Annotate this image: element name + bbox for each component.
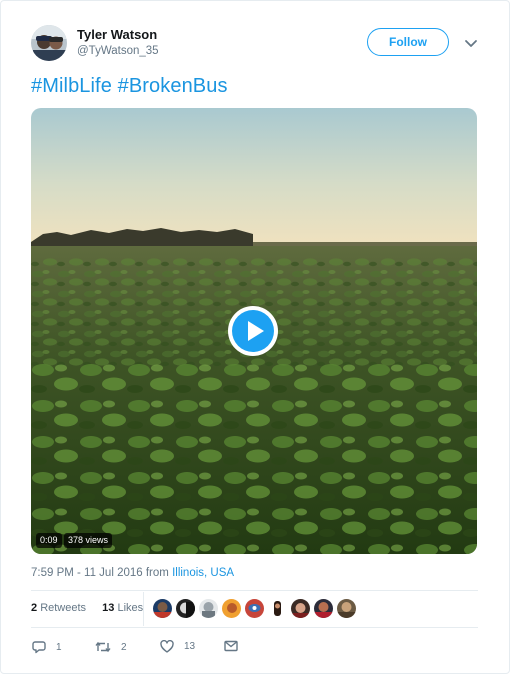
video-duration: 0:09: [36, 533, 62, 548]
retweets-count[interactable]: 2: [31, 602, 37, 614]
tweet-timestamp: 7:59 PM - 11 Jul 2016 from Illinois, USA: [31, 567, 234, 579]
liker-avatar[interactable]: [268, 599, 287, 618]
author-name[interactable]: Tyler Watson: [77, 27, 157, 42]
author-handle[interactable]: @TyWatson_35: [77, 45, 159, 57]
reply-button[interactable]: 1: [32, 640, 62, 654]
location-link[interactable]: Illinois, USA: [172, 567, 234, 579]
timestamp-text[interactable]: 7:59 PM - 11 Jul 2016 from: [31, 567, 169, 579]
like-count: 13: [184, 641, 196, 652]
direct-message-button[interactable]: [224, 640, 238, 652]
liker-avatar[interactable]: [222, 599, 241, 618]
retweet-button[interactable]: 2: [95, 640, 127, 654]
likes-label[interactable]: Likes: [117, 602, 143, 614]
liker-avatar[interactable]: [245, 599, 264, 618]
stats-separator: [143, 592, 144, 626]
reply-count: 1: [56, 641, 62, 653]
liker-avatar[interactable]: [153, 599, 172, 618]
follow-button[interactable]: Follow: [367, 28, 449, 56]
like-button[interactable]: 13: [160, 640, 195, 653]
liker-avatar[interactable]: [314, 599, 333, 618]
retweet-count: 2: [121, 641, 127, 653]
divider: [31, 590, 478, 591]
retweets-label[interactable]: Retweets: [40, 602, 86, 614]
tweet-text[interactable]: #MilbLife #BrokenBus: [31, 75, 228, 98]
liker-avatar[interactable]: [291, 599, 310, 618]
tweet-stats: 2 Retweets 13 Likes: [31, 602, 143, 614]
divider: [31, 627, 478, 628]
heart-icon: [160, 640, 174, 653]
retweet-icon: [95, 640, 111, 654]
reply-icon: [32, 640, 46, 654]
chevron-down-icon[interactable]: [464, 36, 478, 47]
liker-avatar[interactable]: [199, 599, 218, 618]
video-views: 378 views: [64, 533, 113, 548]
author-avatar[interactable]: [31, 25, 67, 61]
liker-avatar[interactable]: [337, 599, 356, 618]
likes-count[interactable]: 13: [102, 602, 114, 614]
liker-avatar[interactable]: [176, 599, 195, 618]
envelope-icon: [224, 640, 238, 652]
play-icon[interactable]: [227, 305, 279, 357]
